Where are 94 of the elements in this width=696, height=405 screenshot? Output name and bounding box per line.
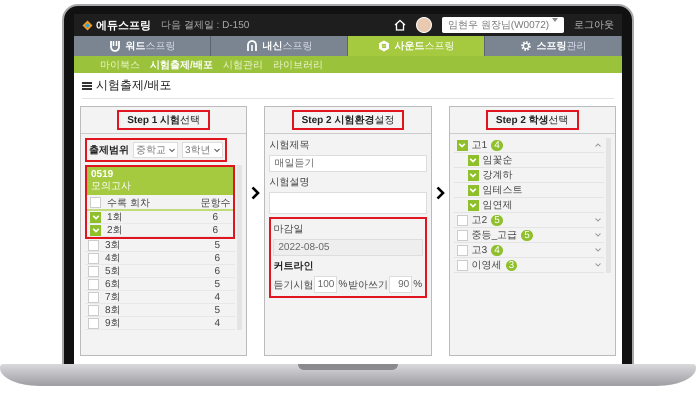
- chevron-right-icon: [436, 186, 445, 200]
- checkbox[interactable]: [468, 154, 479, 166]
- textarea-field[interactable]: [269, 192, 427, 214]
- round-label: 6회: [105, 278, 121, 291]
- checkbox[interactable]: [90, 197, 101, 208]
- field-label: 시험설명: [269, 176, 310, 189]
- section-label: 커트라인: [273, 260, 314, 273]
- user-dropdown[interactable]: 임현우 원장님(W0072): [442, 17, 564, 33]
- student-name[interactable]: 임테스트: [482, 183, 523, 197]
- checkbox[interactable]: [456, 230, 468, 240]
- unit-label: %: [413, 279, 422, 290]
- checkbox[interactable]: [468, 184, 479, 196]
- round-label: 5회: [105, 265, 121, 278]
- caret-icon[interactable]: [594, 143, 601, 147]
- settings-icon: [520, 40, 532, 52]
- field-label: 받아쓰기: [348, 278, 388, 292]
- question-count: 5: [214, 278, 222, 290]
- step-title: Step 2 시험환경설정: [292, 110, 404, 130]
- round-label: 9회: [105, 317, 121, 330]
- checkbox[interactable]: [456, 244, 468, 256]
- checkbox[interactable]: [88, 318, 99, 328]
- checkbox[interactable]: [456, 140, 468, 150]
- select-field[interactable]: 중학교: [133, 142, 178, 158]
- caret-icon[interactable]: [594, 218, 601, 222]
- class-name[interactable]: 중등_고급: [472, 228, 518, 242]
- caret-icon[interactable]: [594, 233, 601, 237]
- question-count: 4: [214, 318, 222, 328]
- question-count: 6: [214, 266, 222, 276]
- billing-text: 다음 결제일 : D-150: [161, 19, 250, 32]
- round-label: 1회: [107, 211, 123, 224]
- class-name[interactable]: 고3: [472, 243, 488, 257]
- checkbox[interactable]: [456, 260, 468, 270]
- input-field[interactable]: 매일듣기: [269, 155, 427, 172]
- unit-label: %: [338, 279, 348, 290]
- filter-label: 출제범위: [89, 144, 129, 157]
- checkbox[interactable]: [468, 170, 479, 180]
- question-count: 5: [214, 304, 222, 316]
- student-name[interactable]: 임꽃순: [482, 153, 513, 167]
- round-label: 8회: [105, 304, 121, 317]
- step-title: Step 2 학생선택: [486, 110, 579, 130]
- chevron-right-icon: [251, 186, 260, 200]
- count-badge: 5: [521, 230, 533, 240]
- group-code: 0519: [91, 169, 114, 181]
- round-label: 7회: [105, 291, 121, 304]
- logout-link[interactable]: 로그아웃: [574, 18, 614, 32]
- round-label: 4회: [105, 252, 121, 265]
- checkbox[interactable]: [468, 200, 479, 210]
- shield-icon: [108, 40, 120, 52]
- question-count: 6: [212, 224, 220, 236]
- student-name[interactable]: 임연제: [482, 198, 513, 212]
- student-name[interactable]: 강계하: [482, 168, 513, 182]
- checkbox[interactable]: [88, 304, 99, 316]
- question-count: 6: [214, 252, 222, 264]
- checkbox[interactable]: [88, 240, 99, 250]
- step-title: Step 1 시험선택: [117, 110, 210, 130]
- checkbox[interactable]: [88, 292, 99, 302]
- checkbox[interactable]: [90, 224, 101, 236]
- count-badge: 3: [506, 260, 518, 270]
- input-field[interactable]: 90: [389, 276, 412, 293]
- class-name[interactable]: 고2: [472, 213, 488, 227]
- column-header: 문항수: [200, 196, 230, 210]
- list-icon: [82, 82, 92, 90]
- checkbox[interactable]: [88, 266, 99, 276]
- checkbox[interactable]: [88, 278, 99, 290]
- home-icon[interactable]: [394, 19, 406, 31]
- field-label: 듣기시험: [273, 278, 314, 292]
- logo[interactable]: 에듀스프링: [82, 18, 151, 32]
- question-count: 4: [214, 292, 222, 302]
- input-field[interactable]: 100: [314, 276, 338, 293]
- count-badge: 4: [491, 140, 503, 150]
- question-count: 6: [212, 212, 220, 222]
- group-name: 모의고사: [91, 181, 131, 192]
- hexagon-icon: [378, 40, 390, 52]
- question-count: 5: [214, 240, 222, 250]
- count-badge: 4: [491, 244, 503, 256]
- class-name[interactable]: 고1: [472, 138, 488, 152]
- checkbox[interactable]: [90, 212, 101, 222]
- date-field[interactable]: 2022-08-05: [273, 239, 423, 256]
- arch-icon: [246, 40, 258, 52]
- caret-icon[interactable]: [594, 263, 601, 267]
- caret-icon[interactable]: [594, 248, 601, 252]
- class-name[interactable]: 이영세: [472, 258, 502, 272]
- checkbox[interactable]: [456, 214, 468, 226]
- round-label: 3회: [105, 239, 121, 252]
- round-label: 2회: [107, 224, 123, 237]
- column-header: 수록 회차: [107, 196, 150, 210]
- avatar[interactable]: [416, 17, 432, 33]
- field-label: 시험제목: [269, 139, 310, 152]
- field-label: 마감일: [273, 223, 304, 236]
- checkbox[interactable]: [88, 252, 99, 264]
- caret-icon: [552, 18, 558, 22]
- count-badge: 5: [491, 214, 503, 226]
- page-title: 시험출제/배포: [96, 77, 172, 94]
- select-field[interactable]: 3학년: [182, 142, 223, 158]
